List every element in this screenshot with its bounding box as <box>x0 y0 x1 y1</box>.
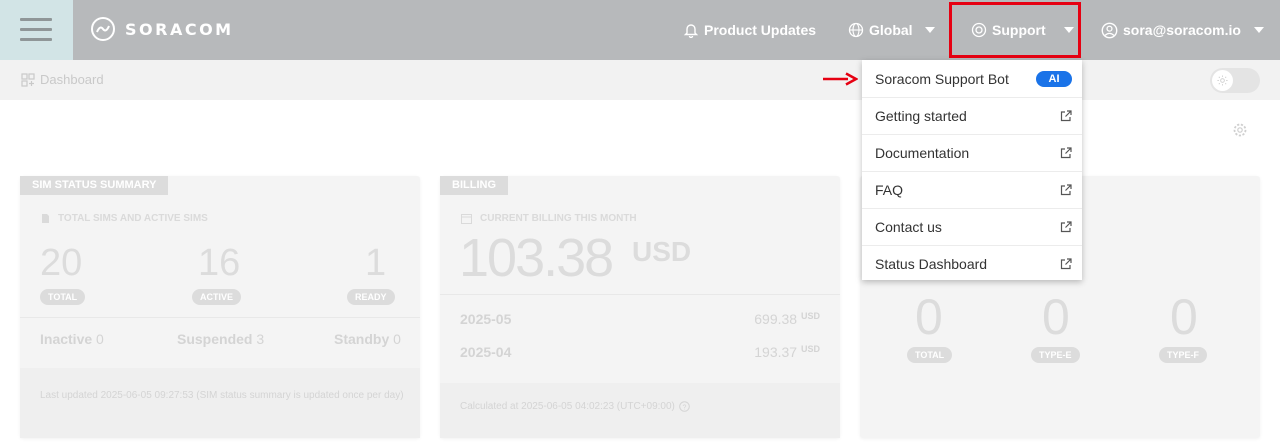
billing-month: 2025-05 <box>460 311 512 327</box>
region-selector[interactable]: Global <box>848 0 935 60</box>
billing-month-unit: USD <box>800 344 820 354</box>
stat-total-badge: TOTAL <box>40 289 86 305</box>
billing-month-unit: USD <box>800 311 820 321</box>
dashboard-icon <box>21 72 35 87</box>
card-subtitle: CURRENT BILLING THIS MONTH <box>461 213 637 224</box>
hamburger-line <box>20 18 52 21</box>
menu-item-label: Soracom Support Bot <box>875 70 1009 87</box>
user-email: sora@soracom.io <box>1123 22 1241 38</box>
stat-total-value: 0 <box>915 289 943 345</box>
menu-item-label: Getting started <box>875 108 967 124</box>
hamburger-line <box>20 38 52 41</box>
calendar-icon <box>461 214 472 224</box>
divider <box>20 317 420 318</box>
inactive-label: Inactive <box>40 331 93 347</box>
stat-type-f-value: 0 <box>1170 289 1198 345</box>
menu-item-support-bot[interactable]: Soracom Support Bot AI <box>862 60 1082 97</box>
divider <box>440 294 840 295</box>
billing-amount: 103.38 <box>459 228 614 288</box>
stat-active-value: 16 <box>198 242 241 284</box>
bell-icon <box>683 24 699 38</box>
menu-item-faq[interactable]: FAQ <box>862 171 1082 208</box>
menu-item-label: Contact us <box>875 219 942 235</box>
product-updates-button[interactable]: Product Updates <box>683 0 816 60</box>
menu-item-getting-started[interactable]: Getting started <box>862 97 1082 134</box>
standby-stat: Standby 0 <box>334 331 401 347</box>
menu-item-documentation[interactable]: Documentation <box>862 134 1082 171</box>
menu-item-label: FAQ <box>875 182 904 198</box>
stat-total-value: 20 <box>40 242 83 284</box>
menu-item-status-dashboard[interactable]: Status Dashboard <box>862 245 1082 282</box>
hamburger-line <box>20 28 52 31</box>
external-link-icon <box>1060 221 1072 233</box>
inactive-stat: Inactive 0 <box>40 331 104 347</box>
billing-month-value: 193.37 <box>754 344 798 360</box>
standby-label: Standby <box>334 331 390 347</box>
stat-ready-badge: READY <box>347 289 395 305</box>
card-tab: SIM STATUS SUMMARY <box>20 176 169 195</box>
menu-item-label: Status Dashboard <box>875 256 988 272</box>
billing-card: BILLING CURRENT BILLING THIS MONTH 103.3… <box>440 176 840 438</box>
theme-toggle[interactable] <box>1210 68 1260 93</box>
suspended-value: 3 <box>256 331 265 347</box>
support-dropdown-menu: Soracom Support Bot AI Getting started D… <box>862 60 1082 280</box>
breadcrumb-bar: Dashboard <box>0 60 1280 100</box>
stat-type-e-badge: TYPE-E <box>1031 347 1080 363</box>
billing-calculated-text: Calculated at 2025-06-05 04:02:23 (UTC+0… <box>460 401 675 412</box>
stat-type-e-value: 0 <box>1042 289 1070 345</box>
help-icon[interactable]: ? <box>679 401 690 412</box>
toggle-knob <box>1212 70 1233 91</box>
stat-total-badge: TOTAL <box>907 347 953 363</box>
card-subtitle-text: TOTAL SIMS AND ACTIVE SIMS <box>58 213 208 224</box>
suspended-label: Suspended <box>177 331 253 347</box>
billing-month-value: 699.38 <box>754 311 798 327</box>
stat-active-badge: ACTIVE <box>192 289 242 305</box>
external-link-icon <box>1060 184 1072 196</box>
menu-item-contact-us[interactable]: Contact us <box>862 208 1082 245</box>
card-tab: BILLING <box>440 176 508 195</box>
card-subtitle-text: CURRENT BILLING THIS MONTH <box>480 213 637 224</box>
breadcrumb[interactable]: Dashboard <box>21 72 104 87</box>
globe-icon <box>848 22 864 38</box>
soracom-logo[interactable]: SORACOM <box>90 16 234 42</box>
suspended-stat: Suspended 3 <box>177 331 264 347</box>
stat-ready-value: 1 <box>365 242 387 284</box>
product-updates-label: Product Updates <box>704 22 817 38</box>
user-icon <box>1101 22 1118 38</box>
chevron-down-icon <box>1253 27 1264 33</box>
pointer-arrow-icon <box>823 72 858 86</box>
external-link-icon <box>1060 147 1072 159</box>
external-link-icon <box>1060 258 1072 270</box>
ai-badge: AI <box>1036 70 1072 87</box>
billing-month-amount: 699.38 USD <box>754 311 820 327</box>
sun-icon <box>1217 75 1228 86</box>
standby-value: 0 <box>393 331 401 347</box>
stat-type-f-badge: TYPE-F <box>1159 347 1208 363</box>
billing-calculated-note: Calculated at 2025-06-05 04:02:23 (UTC+0… <box>460 401 690 412</box>
dashboard-settings-button[interactable] <box>1232 122 1248 138</box>
billing-month: 2025-04 <box>460 344 512 360</box>
card-subtitle: TOTAL SIMS AND ACTIVE SIMS <box>41 213 208 224</box>
external-link-icon <box>1060 110 1072 122</box>
sim-status-card: SIM STATUS SUMMARY TOTAL SIMS AND ACTIVE… <box>20 176 420 438</box>
menu-toggle-button[interactable] <box>0 0 73 60</box>
inactive-value: 0 <box>96 331 104 347</box>
brand-name: SORACOM <box>125 19 234 39</box>
billing-currency: USD <box>632 236 692 267</box>
billing-month-amount: 193.37 USD <box>754 344 820 360</box>
menu-item-label: Documentation <box>875 145 970 161</box>
support-highlight-box <box>949 2 1081 58</box>
gear-icon <box>1233 123 1247 137</box>
breadcrumb-label: Dashboard <box>40 72 104 87</box>
card-footer: Calculated at 2025-06-05 04:02:23 (UTC+0… <box>440 383 840 438</box>
sim-updated-note: Last updated 2025-06-05 09:27:53 (SIM st… <box>40 390 404 401</box>
soracom-logo-icon <box>91 17 115 41</box>
chevron-down-icon <box>924 27 935 33</box>
svg-text:?: ? <box>682 404 686 411</box>
sim-icon <box>42 214 49 223</box>
region-label: Global <box>869 22 913 38</box>
user-menu-button[interactable]: sora@soracom.io <box>1101 0 1264 60</box>
card-footer: Last updated 2025-06-05 09:27:53 (SIM st… <box>20 368 420 438</box>
top-header: SORACOM Product Updates Global Support s… <box>0 0 1280 60</box>
